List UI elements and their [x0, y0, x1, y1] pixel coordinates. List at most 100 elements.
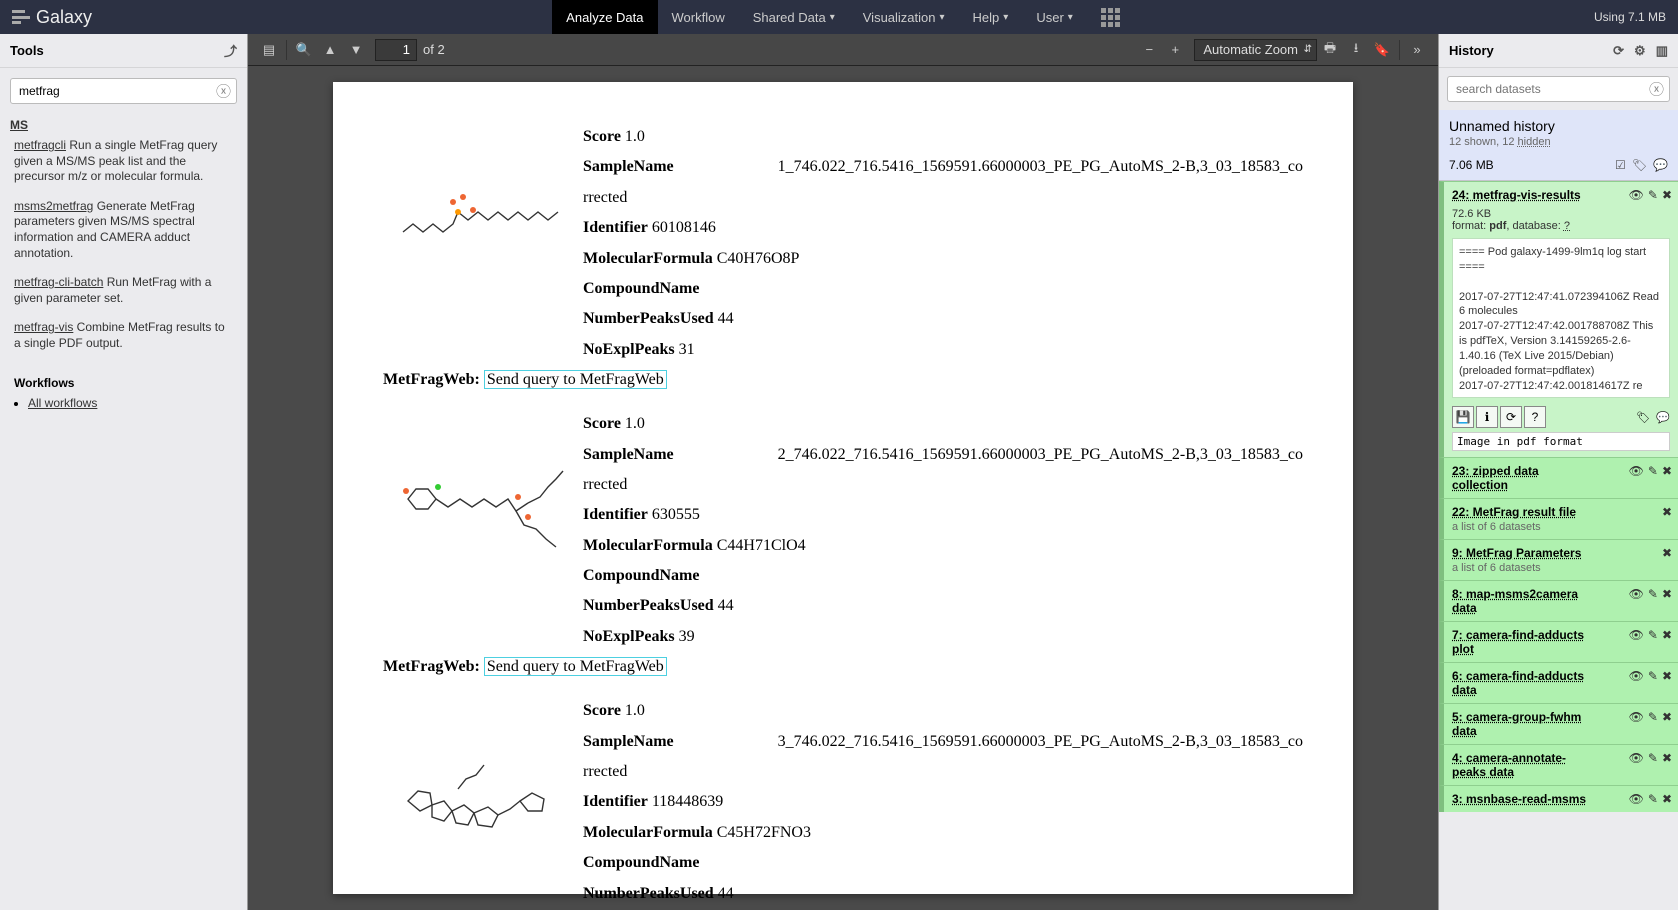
tool-link[interactable]: metfragcli	[14, 138, 66, 152]
nav-tabs: Analyze DataWorkflowShared Data▾Visualiz…	[552, 0, 1134, 34]
metfragweb-link[interactable]: Send query to MetFragWeb	[484, 657, 667, 676]
tool-item-metfrag-cli-batch: metfrag-cli-batch Run MetFrag with a giv…	[14, 275, 233, 306]
pdf-scroll[interactable]: Score 1.0SampleName 1_746.022_716.5416_1…	[248, 66, 1438, 910]
history-item-subtitle: a list of 6 datasets	[1452, 521, 1670, 533]
tool-link[interactable]: msms2metfrag	[14, 199, 93, 213]
delete-icon[interactable]: ✖	[1662, 628, 1672, 642]
delete-icon[interactable]: ✖	[1662, 751, 1672, 765]
eye-icon[interactable]: 👁	[1629, 587, 1644, 601]
history-hidden-count: 12	[1502, 136, 1514, 148]
history-item-title[interactable]: 4: camera-annotate-peaks data	[1452, 751, 1592, 779]
center-panel: ▤ 🔍 ▲ ▼ of 2 − + Automatic Zoom ⇵ 🖶 ⭳ 🔖 …	[248, 34, 1438, 910]
eye-icon[interactable]: 👁	[1629, 628, 1644, 642]
zoom-select[interactable]: Automatic Zoom ⇵	[1194, 39, 1317, 61]
zoom-select-label: Automatic Zoom	[1203, 42, 1298, 57]
nav-tab-help[interactable]: Help▾	[959, 0, 1023, 34]
history-name[interactable]: Unnamed history	[1449, 118, 1668, 134]
gear-icon[interactable]: ⚙	[1634, 43, 1646, 59]
zoom-out-icon[interactable]: −	[1136, 37, 1162, 63]
multi-history-icon[interactable]: ▥	[1656, 43, 1668, 59]
edit-icon[interactable]: ✎	[1648, 669, 1658, 683]
scratchbook-icon[interactable]	[1087, 0, 1134, 34]
delete-icon[interactable]: ✖	[1662, 669, 1672, 683]
bookmark-icon[interactable]: 🔖	[1369, 37, 1395, 63]
refresh-icon[interactable]: ⟳	[1613, 43, 1624, 59]
sidebar-toggle-icon[interactable]: ▤	[256, 37, 282, 63]
delete-icon[interactable]: ✖	[1662, 710, 1672, 724]
upload-icon[interactable]: ⤴	[224, 41, 237, 60]
history-hidden-link[interactable]: hidden	[1518, 136, 1551, 148]
history-item-title[interactable]: 7: camera-find-adducts plot	[1452, 628, 1592, 656]
delete-icon[interactable]: ✖	[1662, 464, 1672, 478]
history-item-title[interactable]: 9: MetFrag Parameters	[1452, 546, 1581, 560]
edit-icon[interactable]: ✎	[1648, 464, 1658, 478]
history-search-input[interactable]	[1447, 76, 1670, 102]
save-button[interactable]: 💾	[1452, 406, 1474, 428]
select-all-icon[interactable]: ☑	[1615, 158, 1626, 172]
ann-icon[interactable]: 💬	[1656, 411, 1670, 424]
edit-icon[interactable]: ✎	[1648, 751, 1658, 765]
history-item: 9: MetFrag Parameters✖a list of 6 datase…	[1439, 539, 1678, 580]
zoom-in-icon[interactable]: +	[1162, 37, 1188, 63]
delete-icon[interactable]: ✖	[1662, 505, 1672, 519]
pdf-result-entry: Score 1.0SampleName 1_746.022_716.5416_1…	[383, 122, 1303, 365]
eye-icon[interactable]: 👁	[1629, 710, 1644, 724]
tool-search-input[interactable]	[10, 78, 237, 104]
print-icon[interactable]: 🖶	[1317, 37, 1343, 63]
download-icon[interactable]: ⭳	[1343, 37, 1369, 63]
nav-tab-analyze-data[interactable]: Analyze Data	[552, 0, 657, 34]
help-button[interactable]: ?	[1524, 406, 1546, 428]
clear-search-icon[interactable]: ⓧ	[216, 81, 231, 102]
edit-icon[interactable]: ✎	[1648, 188, 1658, 202]
delete-icon[interactable]: ✖	[1662, 587, 1672, 601]
eye-icon[interactable]: 👁	[1629, 669, 1644, 683]
reload-button[interactable]: ⟳	[1500, 406, 1522, 428]
tool-item-metfrag-vis: metfrag-vis Combine MetFrag results to a…	[14, 320, 233, 351]
all-workflows-link[interactable]: All workflows	[28, 396, 97, 410]
delete-icon[interactable]: ✖	[1662, 188, 1672, 202]
tool-link[interactable]: metfrag-cli-batch	[14, 275, 103, 289]
delete-icon[interactable]: ✖	[1662, 546, 1672, 560]
eye-icon[interactable]: 👁	[1629, 464, 1644, 478]
tag-icon[interactable]: 🏷	[1636, 411, 1650, 424]
tools-overflow-icon[interactable]: »	[1404, 37, 1430, 63]
edit-icon[interactable]: ✎	[1648, 792, 1658, 806]
history-item-title[interactable]: 22: MetFrag result file	[1452, 505, 1576, 519]
edit-icon[interactable]: ✎	[1648, 587, 1658, 601]
page-number-input[interactable]	[375, 39, 417, 61]
find-icon[interactable]: 🔍	[291, 37, 317, 63]
nav-tab-workflow[interactable]: Workflow	[658, 0, 739, 34]
history-item-title[interactable]: 8: map-msms2camera data	[1452, 587, 1592, 615]
history-item-title[interactable]: 24: metfrag-vis-results	[1452, 188, 1581, 202]
tools-panel-title: Tools	[10, 43, 44, 58]
brand[interactable]: Galaxy	[12, 7, 92, 28]
pdf-page: Score 1.0SampleName 1_746.022_716.5416_1…	[333, 82, 1353, 894]
history-panel: History ⟳ ⚙ ▥ ⓧ Unnamed history 12 shown…	[1438, 34, 1678, 910]
history-size: 7.06 MB	[1449, 158, 1494, 172]
next-page-icon[interactable]: ▼	[343, 37, 369, 63]
tool-section-ms[interactable]: MS	[10, 118, 237, 132]
tool-link[interactable]: metfrag-vis	[14, 320, 73, 334]
edit-icon[interactable]: ✎	[1648, 710, 1658, 724]
delete-icon[interactable]: ✖	[1662, 792, 1672, 806]
history-item-title[interactable]: 6: camera-find-adducts data	[1452, 669, 1592, 697]
history-search-clear-icon[interactable]: ⓧ	[1649, 79, 1664, 100]
nav-tab-user[interactable]: User▾	[1022, 0, 1086, 34]
eye-icon[interactable]: 👁	[1629, 188, 1644, 202]
edit-icon[interactable]: ✎	[1648, 628, 1658, 642]
history-shown-count: 12	[1449, 136, 1461, 148]
eye-icon[interactable]: 👁	[1629, 751, 1644, 765]
prev-page-icon[interactable]: ▲	[317, 37, 343, 63]
history-item-title[interactable]: 23: zipped data collection	[1452, 464, 1592, 492]
tags-icon[interactable]: 🏷	[1632, 158, 1647, 172]
annotation-icon[interactable]: 💬	[1653, 158, 1668, 172]
history-item-title[interactable]: 3: msnbase-read-msms	[1452, 792, 1586, 806]
info-button[interactable]: ℹ	[1476, 406, 1498, 428]
pdf-result-entry: Score 1.0SampleName 3_746.022_716.5416_1…	[383, 696, 1303, 910]
metfragweb-link[interactable]: Send query to MetFragWeb	[484, 370, 667, 389]
tool-search-container: ⓧ	[0, 68, 247, 114]
nav-tab-visualization[interactable]: Visualization▾	[849, 0, 959, 34]
history-item-title[interactable]: 5: camera-group-fwhm data	[1452, 710, 1592, 738]
nav-tab-shared-data[interactable]: Shared Data▾	[739, 0, 849, 34]
eye-icon[interactable]: 👁	[1629, 792, 1644, 806]
